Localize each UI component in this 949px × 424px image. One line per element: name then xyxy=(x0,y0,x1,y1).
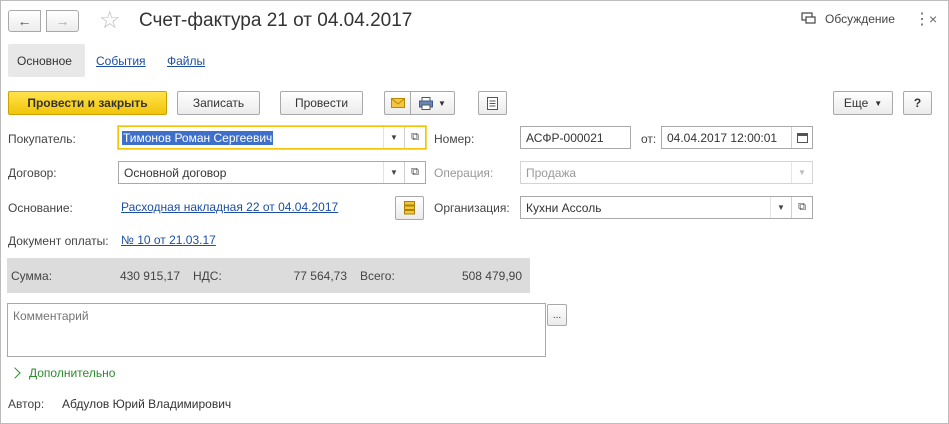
close-icon[interactable]: × xyxy=(929,11,937,27)
chevron-down-icon: ▼ xyxy=(798,168,806,177)
chevron-down-icon: ▼ xyxy=(874,98,883,108)
open-icon: ⧉ xyxy=(411,166,419,178)
organization-value: Кухни Ассоль xyxy=(526,200,602,215)
contract-value: Основной договор xyxy=(124,165,227,180)
organization-dropdown[interactable]: ▼ xyxy=(770,197,791,218)
additional-toggle[interactable]: Дополнительно xyxy=(9,366,116,380)
buyer-field[interactable]: Тимонов Роман Сергеевич ▼ ⧉ xyxy=(118,126,426,149)
document-icon xyxy=(487,96,498,110)
sum-value: 430 915,17 xyxy=(119,269,180,283)
additional-label: Дополнительно xyxy=(29,366,116,380)
author-value: Абдулов Юрий Владимирович xyxy=(62,397,232,411)
total-value: 508 479,90 xyxy=(461,269,522,283)
vat-label: НДС: xyxy=(193,269,222,283)
contract-open[interactable]: ⧉ xyxy=(404,162,425,183)
tab-files[interactable]: Файлы xyxy=(167,54,205,68)
chevron-down-icon: ▼ xyxy=(777,203,785,212)
organization-field[interactable]: Кухни Ассоль ▼ ⧉ xyxy=(520,196,813,219)
basis-label: Основание: xyxy=(8,201,73,215)
post-button[interactable]: Провести xyxy=(280,91,363,115)
basis-link[interactable]: Расходная накладная 22 от 04.04.2017 xyxy=(121,200,338,214)
number-field[interactable]: АСФР-000021 xyxy=(520,126,631,149)
tab-events[interactable]: События xyxy=(96,54,146,68)
vat-value: 77 564,73 xyxy=(293,269,347,283)
basis-select-button[interactable] xyxy=(395,196,424,220)
list-icon xyxy=(404,201,415,215)
chevron-down-icon: ▼ xyxy=(390,133,398,142)
organization-open[interactable]: ⧉ xyxy=(791,197,812,218)
open-icon: ⧉ xyxy=(798,201,806,213)
calendar-button[interactable] xyxy=(791,127,812,148)
organization-label: Организация: xyxy=(434,201,510,215)
open-icon: ⧉ xyxy=(411,131,419,143)
forward-button[interactable]: → xyxy=(46,10,79,32)
operation-label: Операция: xyxy=(434,166,494,180)
contract-dropdown[interactable]: ▼ xyxy=(383,162,404,183)
sum-label: Сумма: xyxy=(11,269,53,283)
arrow-right-icon: → xyxy=(55,13,70,29)
more-label: Еще xyxy=(843,96,869,110)
arrow-left-icon: ← xyxy=(17,13,32,29)
number-label: Номер: xyxy=(434,132,475,146)
email-button[interactable] xyxy=(384,91,411,115)
total-label: Всего: xyxy=(360,269,395,283)
back-button[interactable]: ← xyxy=(8,10,41,32)
chat-icon xyxy=(801,12,816,24)
operation-field: Продажа ▼ xyxy=(520,161,813,184)
buyer-value: Тимонов Роман Сергеевич xyxy=(122,130,274,145)
operation-dropdown: ▼ xyxy=(791,162,812,183)
more-menu-button[interactable]: Еще ▼ xyxy=(833,91,893,115)
payment-doc-link[interactable]: № 10 от 21.03.17 xyxy=(121,233,216,247)
contract-label: Договор: xyxy=(8,166,57,180)
discussion-label: Обсуждение xyxy=(825,12,895,26)
date-label: от: xyxy=(641,132,657,146)
post-and-close-button[interactable]: Провести и закрыть xyxy=(8,91,167,115)
date-field[interactable]: 04.04.2017 12:00:01 xyxy=(661,126,813,149)
operation-value: Продажа xyxy=(526,165,577,180)
chevron-down-icon: ▼ xyxy=(438,98,446,108)
chevron-right-icon xyxy=(9,367,21,379)
page-title: Счет-фактура 21 от 04.04.2017 xyxy=(139,10,413,31)
printer-icon xyxy=(419,96,434,110)
more-icon[interactable]: ⋮ xyxy=(914,9,930,29)
print-button[interactable]: ▼ xyxy=(410,91,455,115)
contract-field[interactable]: Основной договор ▼ ⧉ xyxy=(118,161,426,184)
author-label: Автор: xyxy=(8,397,45,411)
help-button[interactable]: ? xyxy=(903,91,932,115)
report-button[interactable] xyxy=(478,91,507,115)
comment-input[interactable] xyxy=(7,303,546,357)
buyer-label: Покупатель: xyxy=(8,132,76,146)
number-value: АСФР-000021 xyxy=(526,130,604,145)
payment-doc-label: Документ оплаты: xyxy=(8,234,109,248)
discussion-button[interactable]: Обсуждение xyxy=(801,12,895,26)
envelope-icon xyxy=(390,98,405,108)
tab-main[interactable]: Основное xyxy=(17,54,72,68)
chevron-down-icon: ▼ xyxy=(390,168,398,177)
save-button[interactable]: Записать xyxy=(177,91,260,115)
star-icon[interactable]: ☆ xyxy=(99,8,121,34)
buyer-open[interactable]: ⧉ xyxy=(404,127,425,148)
buyer-dropdown[interactable]: ▼ xyxy=(383,127,404,148)
calendar-icon xyxy=(796,133,808,143)
date-value: 04.04.2017 12:00:01 xyxy=(667,130,778,145)
comment-expand-button[interactable]: ... xyxy=(547,304,567,326)
